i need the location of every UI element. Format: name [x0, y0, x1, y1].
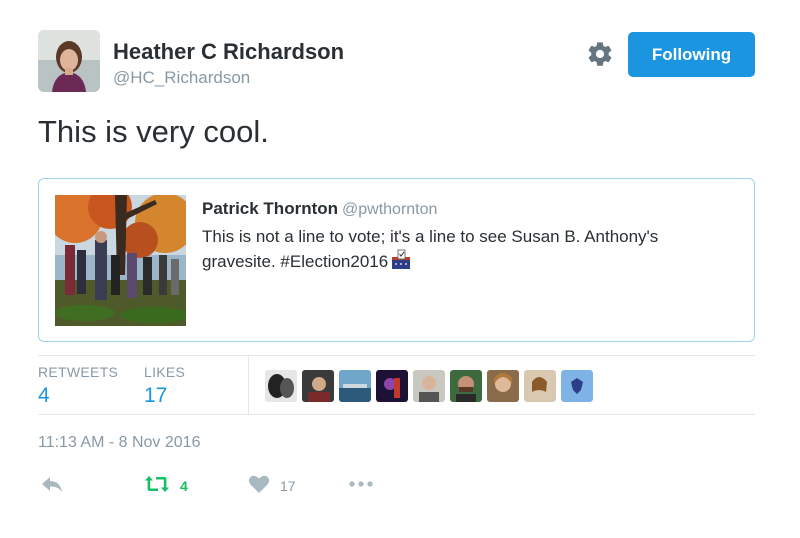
more-button[interactable]: [348, 474, 374, 498]
reply-button[interactable]: [40, 474, 64, 498]
likes-count[interactable]: 17: [144, 384, 167, 408]
liker-avatar[interactable]: [524, 370, 556, 402]
quoted-author[interactable]: Patrick Thornton @pwthornton: [202, 199, 437, 219]
quoted-author-name: Patrick Thornton: [202, 199, 339, 218]
retweet-icon: [144, 474, 170, 498]
like-button[interactable]: 17: [248, 474, 296, 498]
liker-avatar[interactable]: [302, 370, 334, 402]
liker-avatar[interactable]: [339, 370, 371, 402]
ballot-box-icon: [390, 249, 412, 278]
author-avatar[interactable]: [38, 30, 100, 92]
liker-avatar[interactable]: [561, 370, 593, 402]
retweets-count[interactable]: 4: [38, 384, 50, 408]
liker-avatar[interactable]: [487, 370, 519, 402]
like-action-count: 17: [280, 478, 296, 494]
author-handle[interactable]: @HC_Richardson: [113, 68, 250, 88]
stats-vertical-divider: [248, 355, 249, 415]
retweets-label[interactable]: RETWEETS: [38, 364, 118, 380]
liker-avatars: [265, 370, 593, 402]
retweet-button[interactable]: 4: [144, 474, 188, 498]
quoted-tweet-card[interactable]: Patrick Thornton @pwthornton This is not …: [38, 178, 755, 342]
author-name[interactable]: Heather C Richardson: [113, 39, 344, 65]
gear-icon[interactable]: [586, 40, 614, 68]
reply-icon: [40, 474, 64, 498]
tweet-timestamp[interactable]: 11:13 AM - 8 Nov 2016: [38, 434, 200, 452]
more-icon: [348, 474, 374, 498]
liker-avatar[interactable]: [265, 370, 297, 402]
quoted-author-handle: @pwthornton: [342, 201, 438, 218]
tweet-text: This is very cool.: [38, 114, 269, 149]
liker-avatar[interactable]: [413, 370, 445, 402]
likes-label[interactable]: LIKES: [144, 364, 185, 380]
stats-bottom-divider: [38, 414, 755, 415]
heart-icon: [248, 474, 270, 498]
quoted-tweet-photo[interactable]: [55, 195, 186, 326]
retweet-action-count: 4: [180, 478, 188, 494]
liker-avatar[interactable]: [450, 370, 482, 402]
quoted-text-body: This is not a line to vote; it's a line …: [202, 227, 659, 271]
liker-avatar[interactable]: [376, 370, 408, 402]
stats-top-divider: [38, 355, 755, 356]
quoted-tweet-text: This is not a line to vote; it's a line …: [202, 225, 722, 278]
following-button[interactable]: Following: [628, 32, 755, 77]
